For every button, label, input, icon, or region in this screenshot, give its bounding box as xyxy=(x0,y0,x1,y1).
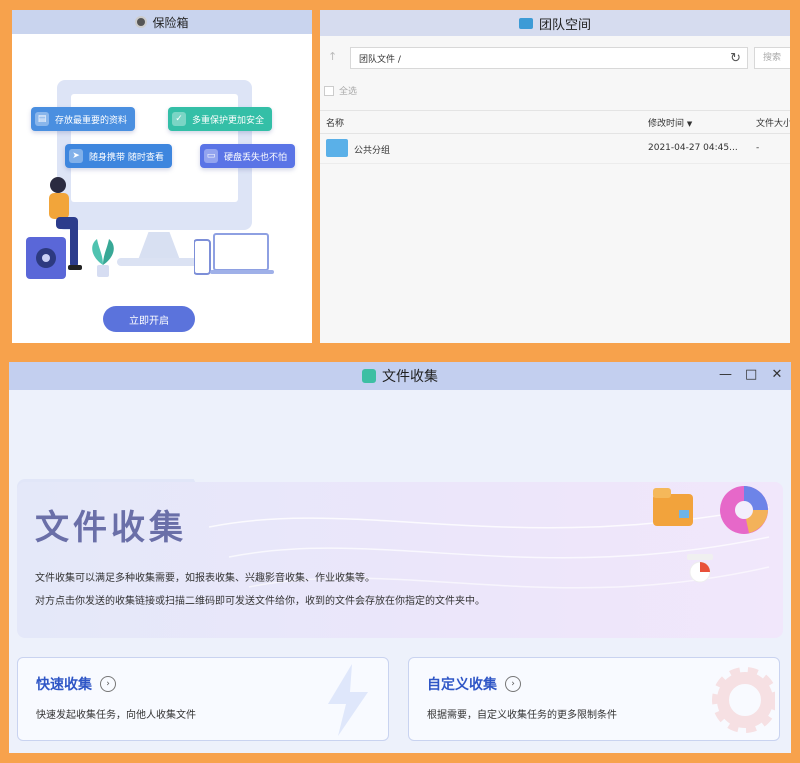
feature-label: 多重保护更加安全 xyxy=(192,115,265,126)
team-space-panel: 团队空间 ↑ 团队文件 / ↻ 搜索 全选 名称 修改时间 ▼ 文件大小 公共分… xyxy=(320,10,790,343)
hero-description-1: 文件收集可以满足多种收集需要，如报表收集、兴趣影音收集、作业收集等。 xyxy=(35,573,375,584)
vault-panel: 保险箱 ▤ 存放最重要的资料 ✓ 多重保护更加安全 ➤ 随身携带 随时查看 ▭ … xyxy=(12,10,312,343)
safe-icon xyxy=(135,16,148,28)
go-up-icon[interactable]: ↑ xyxy=(328,50,337,63)
custom-collect-title: 自定义收集 › xyxy=(427,674,521,694)
team-titlebar: 团队空间 xyxy=(320,10,790,36)
folder-chart-illustration xyxy=(653,486,768,583)
row-modified: 2021-04-27 04:45... xyxy=(648,143,738,153)
chevron-right-icon: › xyxy=(100,676,116,692)
vault-titlebar: 保险箱 xyxy=(12,10,312,34)
column-name[interactable]: 名称 xyxy=(326,116,344,129)
team-title: 团队空间 xyxy=(538,17,591,33)
quick-collect-title: 快速收集 › xyxy=(36,674,116,694)
send-icon: ➤ xyxy=(69,149,83,163)
collect-title: 文件收集 xyxy=(382,369,438,385)
collect-titlebar: 文件收集 xyxy=(9,362,791,390)
close-icon[interactable]: ✕ xyxy=(771,367,783,382)
lightning-icon xyxy=(328,664,368,736)
column-modified[interactable]: 修改时间 ▼ xyxy=(648,116,692,129)
minimize-icon[interactable]: — xyxy=(719,367,732,382)
window-controls: — □ ✕ xyxy=(719,367,783,382)
custom-collect-description: 根据需要，自定义收集任务的更多限制条件 xyxy=(427,710,617,721)
devices-illustration xyxy=(194,233,274,275)
start-vault-button[interactable]: 立即开启 xyxy=(103,306,195,332)
feature-pill-disk: ▭ 硬盘丢失也不怕 xyxy=(200,144,296,168)
feature-pill-security: ✓ 多重保护更加安全 xyxy=(168,107,273,131)
refresh-icon[interactable]: ↻ xyxy=(730,51,741,66)
checkbox-icon xyxy=(324,85,334,96)
select-all-label: 全选 xyxy=(339,87,358,97)
vault-title: 保险箱 xyxy=(152,15,189,30)
path-text: 团队文件 / xyxy=(359,54,401,65)
search-input[interactable]: 搜索 xyxy=(754,47,790,69)
maximize-icon[interactable]: □ xyxy=(745,367,757,382)
monitor-base xyxy=(117,258,202,266)
feature-label: 硬盘丢失也不怕 xyxy=(224,152,288,163)
team-folder-icon xyxy=(518,17,533,29)
select-all-checkbox[interactable]: 全选 xyxy=(324,84,357,97)
feature-label: 存放最重要的资料 xyxy=(55,115,128,126)
quick-collect-label: 快速收集 xyxy=(36,677,92,693)
chevron-right-icon: › xyxy=(505,676,521,692)
feature-pill-storage: ▤ 存放最重要的资料 xyxy=(31,107,136,131)
shield-icon: ✓ xyxy=(172,112,186,126)
book-icon: ▤ xyxy=(35,112,49,126)
gear-icon xyxy=(712,667,775,733)
table-header: 名称 修改时间 ▼ 文件大小 xyxy=(320,110,790,134)
column-size[interactable]: 文件大小 xyxy=(756,116,790,129)
sort-down-icon: ▼ xyxy=(686,120,693,128)
collect-app-icon xyxy=(362,369,376,383)
folder-icon xyxy=(326,139,348,157)
row-size: - xyxy=(756,143,760,153)
file-collection-panel: 文件收集 — □ ✕ 文件收集 文件收集可以满足多种收集需要，如报表收集、兴趣影… xyxy=(9,362,791,753)
feature-label: 随身携带 随时查看 xyxy=(89,152,164,163)
monitor-icon: ▭ xyxy=(204,149,218,163)
quick-collect-description: 快速发起收集任务，向他人收集文件 xyxy=(36,710,196,721)
column-modified-label: 修改时间 xyxy=(648,119,685,129)
row-name: 公共分组 xyxy=(354,146,391,156)
hero-description-2: 对方点击你发送的收集链接或扫描二维码即可发送文件给你，收到的文件会存放在你指定的… xyxy=(35,596,485,607)
path-bar[interactable]: 团队文件 / ↻ xyxy=(350,47,748,69)
quick-collect-card[interactable]: 快速收集 › 快速发起收集任务，向他人收集文件 xyxy=(17,657,389,741)
monitor-stand xyxy=(138,232,180,260)
custom-collect-card[interactable]: 自定义收集 › 根据需要，自定义收集任务的更多限制条件 xyxy=(408,657,780,741)
feature-pill-portable: ➤ 随身携带 随时查看 xyxy=(65,144,172,168)
table-row[interactable]: 公共分组 2021-04-27 04:45... - xyxy=(320,133,790,164)
plant-illustration xyxy=(92,239,114,277)
hero-title: 文件收集 xyxy=(35,508,187,548)
custom-collect-label: 自定义收集 xyxy=(427,677,497,693)
